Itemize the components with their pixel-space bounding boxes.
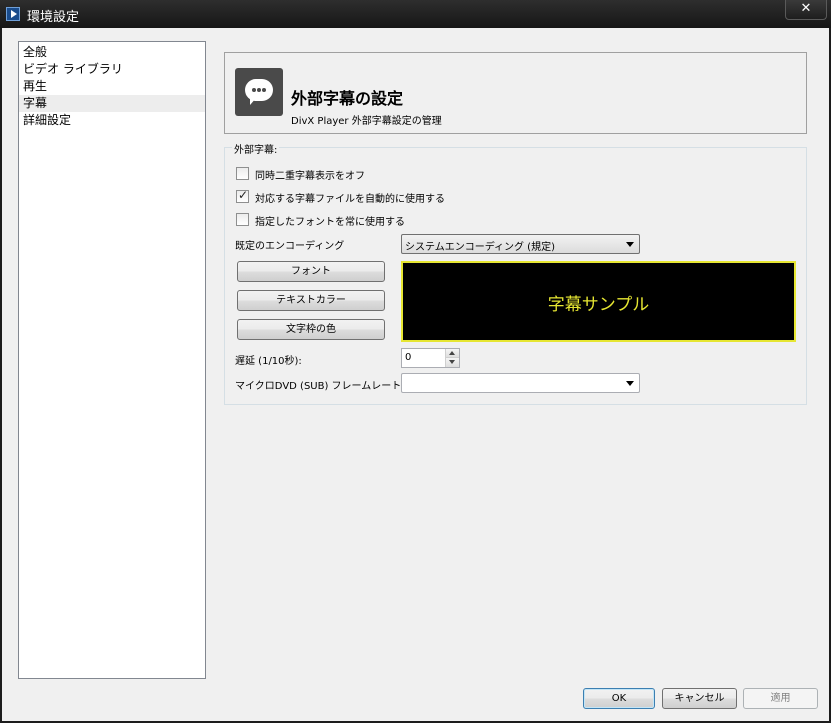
- nav-item-advanced[interactable]: 詳細設定: [19, 112, 205, 129]
- apply-button[interactable]: 適用: [743, 688, 818, 709]
- dialog-body: 全般 ビデオ ライブラリ 再生 字幕 詳細設定 外部字幕の設定 DivX Pla…: [2, 28, 829, 721]
- title-bar: 環境設定 ✕: [0, 0, 831, 28]
- app-icon: [6, 7, 20, 21]
- ok-button[interactable]: OK: [583, 688, 655, 709]
- nav-item-playback[interactable]: 再生: [19, 78, 205, 95]
- delay-value: 0: [405, 352, 412, 363]
- nav-item-general[interactable]: 全般: [19, 44, 205, 61]
- close-button[interactable]: ✕: [785, 0, 827, 20]
- delay-stepper[interactable]: 0: [401, 348, 460, 368]
- encoding-value: システムエンコーディング (規定): [405, 242, 555, 253]
- category-list: 全般 ビデオ ライブラリ 再生 字幕 詳細設定: [18, 41, 206, 679]
- subtitle-preview: 字幕サンプル: [401, 261, 796, 342]
- font-button[interactable]: フォント: [237, 261, 385, 282]
- window-title: 環境設定: [27, 10, 80, 25]
- page-subtitle: DivX Player 外部字幕設定の管理: [291, 116, 442, 127]
- stepper-up-icon[interactable]: [446, 349, 459, 358]
- delay-label: 遅延 (1/10秒):: [235, 356, 302, 367]
- group-label: 外部字幕:: [232, 141, 280, 156]
- chevron-down-icon: [626, 381, 634, 386]
- text-color-button[interactable]: テキストカラー: [237, 290, 385, 311]
- preview-text: 字幕サンプル: [547, 295, 650, 315]
- always-use-font-checkbox[interactable]: [236, 213, 249, 226]
- nav-item-subtitles[interactable]: 字幕: [19, 95, 205, 112]
- nav-item-video-library[interactable]: ビデオ ライブラリ: [19, 61, 205, 78]
- encoding-label: 既定のエンコーディング: [235, 241, 345, 252]
- subtitle-bubble-icon: [235, 68, 283, 116]
- chevron-down-icon: [626, 242, 634, 247]
- stepper-down-icon[interactable]: [446, 358, 459, 367]
- cancel-button[interactable]: キャンセル: [662, 688, 737, 709]
- header-panel: 外部字幕の設定 DivX Player 外部字幕設定の管理: [224, 52, 807, 134]
- outline-color-button[interactable]: 文字枠の色: [237, 319, 385, 340]
- page-title: 外部字幕の設定: [291, 89, 404, 108]
- encoding-select[interactable]: システムエンコーディング (規定): [401, 234, 640, 254]
- framerate-label: マイクロDVD (SUB) フレームレート:: [235, 381, 405, 392]
- checkbox-label: 同時二重字幕表示をオフ: [255, 171, 365, 182]
- checkbox-label: 対応する字幕ファイルを自動的に使用する: [255, 194, 445, 205]
- checkbox-label: 指定したフォントを常に使用する: [255, 217, 405, 228]
- framerate-select[interactable]: [401, 373, 640, 393]
- stepper-buttons: [445, 349, 459, 367]
- auto-use-subtitle-checkbox[interactable]: [236, 188, 249, 203]
- disable-dual-subtitle-checkbox[interactable]: [236, 167, 249, 180]
